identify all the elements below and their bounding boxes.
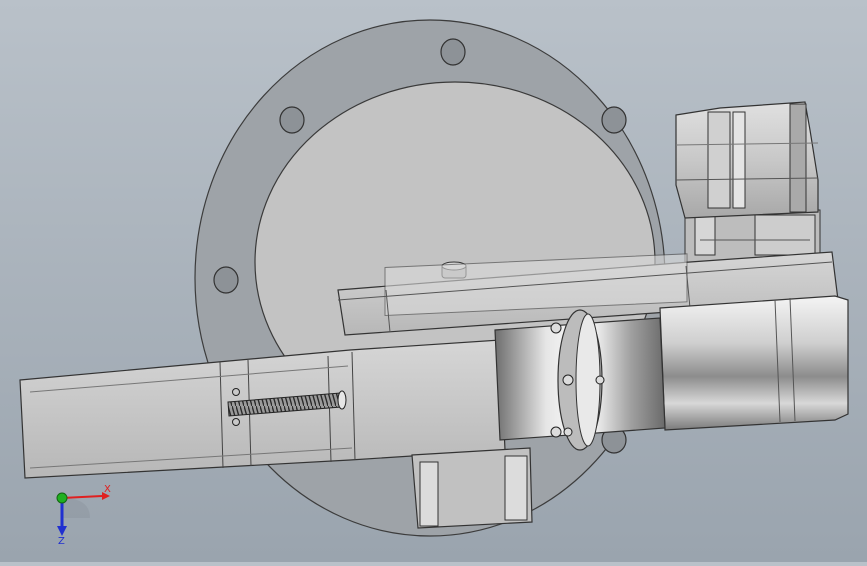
bolt	[562, 374, 574, 386]
z-axis-arrow	[57, 526, 67, 536]
z-axis-label: Z	[58, 536, 65, 547]
y-axis-dot	[56, 492, 68, 504]
x-axis-label: X	[104, 484, 111, 495]
bolt	[563, 427, 573, 437]
screw-head	[232, 388, 240, 396]
mount-bracket[interactable]	[411, 447, 533, 529]
cad-viewport[interactable]: X Z	[0, 0, 867, 562]
bolt	[550, 322, 562, 334]
coupling-hub[interactable]	[494, 309, 666, 451]
actuator-cylinder[interactable]	[659, 295, 849, 431]
bolt-hole	[279, 106, 305, 134]
bolt-hole	[440, 38, 466, 66]
screw-head	[232, 418, 240, 426]
bolt-hole	[213, 266, 239, 294]
bolt	[595, 375, 605, 385]
cad-model[interactable]	[0, 0, 867, 562]
x-axis-line	[61, 495, 103, 499]
motor[interactable]	[675, 101, 819, 219]
orientation-triad[interactable]: X Z	[40, 478, 120, 548]
bolt-hole	[601, 106, 627, 134]
bolt	[550, 426, 562, 438]
